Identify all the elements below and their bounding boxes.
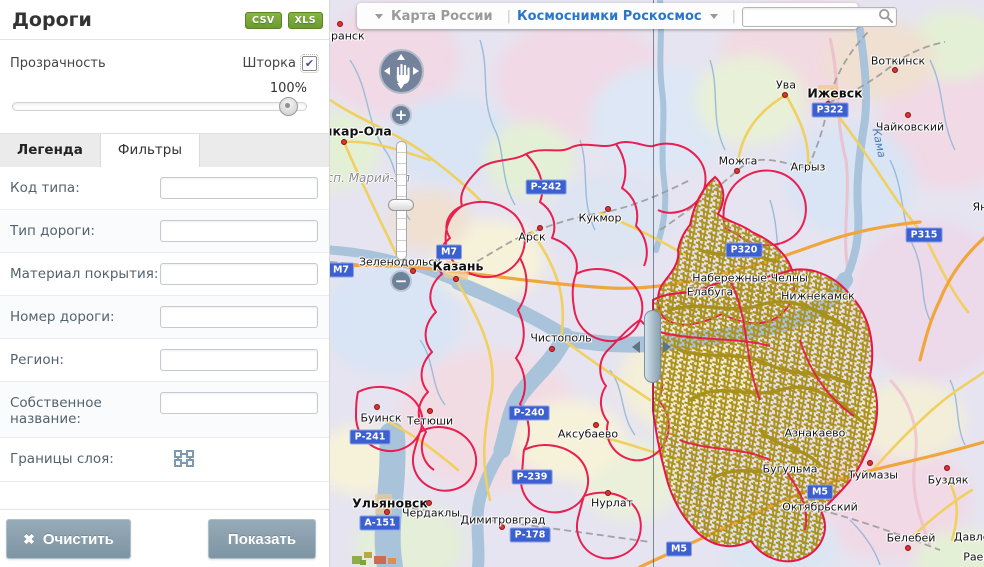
type-code-input[interactable] (160, 177, 318, 199)
panel-footer: ✖ Очистить Показать (0, 509, 329, 567)
panel-title: Дороги (12, 9, 92, 31)
surface-material-input[interactable] (160, 263, 318, 285)
pan-left-icon[interactable] (384, 67, 390, 75)
filter-row-region: Регион: (0, 339, 329, 382)
filter-label: Код типа: (10, 177, 160, 196)
filter-label: Материал покрытия: (10, 263, 160, 282)
opacity-value: 100% (10, 81, 307, 96)
pan-down-icon[interactable] (397, 83, 405, 89)
zoom-out-button[interactable]: − (390, 270, 412, 292)
filter-label: Регион: (10, 349, 160, 368)
road-type-input[interactable] (160, 220, 318, 242)
filter-row-road-number: Номер дороги: (0, 296, 329, 339)
pan-control[interactable] (379, 49, 424, 94)
map-search-input[interactable] (742, 7, 897, 27)
map-canvas[interactable] (330, 0, 984, 567)
chevron-down-icon[interactable] (710, 14, 718, 19)
roads-panel: Дороги CSV XLS Прозрачность Шторка ✔ 100… (0, 0, 330, 567)
swipe-divider-handle[interactable] (644, 310, 661, 383)
map-search (742, 6, 897, 26)
chevron-down-icon[interactable] (375, 14, 383, 19)
clear-button[interactable]: ✖ Очистить (6, 519, 131, 559)
zoom-slider-handle[interactable] (388, 199, 414, 211)
gis-app: Дороги CSV XLS Прозрачность Шторка ✔ 100… (0, 0, 984, 567)
export-xls-button[interactable]: XLS (288, 12, 323, 29)
filter-label: Номер дороги: (10, 306, 160, 325)
road-number-input[interactable] (160, 306, 318, 328)
tab-filters[interactable]: Фильтры (100, 134, 200, 167)
panel-header: Дороги CSV XLS (0, 0, 329, 40)
region-input[interactable] (160, 349, 318, 371)
tab-legend[interactable]: Легенда (0, 134, 100, 167)
own-name-input[interactable] (160, 392, 318, 414)
export-csv-button[interactable]: CSV (245, 12, 282, 29)
filter-row-road-type: Тип дороги: (0, 210, 329, 253)
pan-up-icon[interactable] (397, 54, 405, 60)
opacity-section: Прозрачность Шторка ✔ 100% (0, 40, 329, 111)
filter-label: Границы слоя: (10, 448, 160, 467)
show-button[interactable]: Показать (208, 519, 316, 559)
map-toolbar: Карта России | Космоснимки Роскосмос | (357, 3, 858, 29)
clear-label: Очистить (43, 531, 114, 548)
separator: | (732, 9, 736, 24)
filter-row-type-code: Код типа: (0, 167, 329, 210)
layer-map-of-russia[interactable]: Карта России (391, 9, 493, 24)
filter-row-layer-bounds: Границы слоя: (0, 438, 329, 482)
zoom-in-button[interactable]: + (390, 104, 412, 126)
panel-tabs: Легенда Фильтры (0, 133, 329, 167)
export-buttons: CSV XLS (245, 12, 323, 29)
pan-right-icon[interactable] (413, 67, 419, 75)
filter-label: Тип дороги: (10, 220, 160, 239)
filter-label: Собственное название: (10, 392, 160, 427)
swipe-arrow-right-icon (663, 341, 671, 353)
opacity-slider[interactable] (12, 102, 307, 111)
curtain-label: Шторка (243, 56, 297, 71)
separator: | (507, 9, 511, 24)
filter-row-own-name: Собственное название: (0, 382, 329, 438)
clear-x-icon: ✖ (23, 531, 35, 548)
show-label: Показать (228, 531, 296, 548)
layer-roscosmos-imagery[interactable]: Космоснимки Роскосмос (517, 9, 702, 24)
search-icon[interactable] (878, 8, 894, 24)
filter-row-surface-material: Материал покрытия: (0, 253, 329, 296)
opacity-slider-handle[interactable] (279, 97, 298, 116)
swipe-arrow-left-icon (632, 341, 640, 353)
opacity-label: Прозрачность (10, 56, 106, 71)
map-area: ЯранскЙошкар-ОлаЗеленодольскКазаньАрскКу… (330, 0, 984, 567)
filters-form: Код типа: Тип дороги: Материал покрытия:… (0, 167, 329, 482)
curtain-checkbox[interactable]: ✔ (302, 56, 317, 71)
polygon-bounds-icon[interactable] (174, 450, 194, 471)
zoom-slider[interactable] (396, 141, 407, 260)
swipe-divider-line (653, 0, 654, 567)
